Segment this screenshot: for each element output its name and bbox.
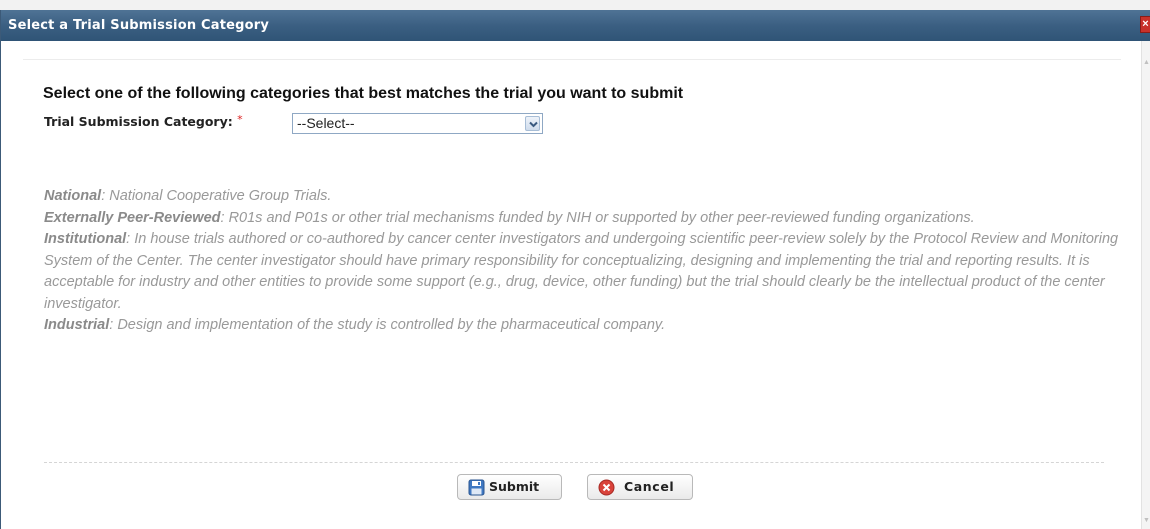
form-heading: Select one of the following categories t… <box>43 85 684 102</box>
submit-button-label: Submit <box>489 479 540 494</box>
required-marker: * <box>237 113 243 126</box>
description-term: Externally Peer-Reviewed <box>44 209 221 226</box>
close-button[interactable]: × <box>1140 16 1150 33</box>
panel-bottom-divider <box>44 462 1104 463</box>
description-term: Institutional <box>44 231 127 247</box>
description-term: Industrial <box>44 317 110 333</box>
category-label-text: Trial Submission Category: <box>44 114 233 129</box>
background-page-strip <box>0 0 1150 10</box>
description-text: : Design and implementation of the study… <box>109 317 666 333</box>
description-industrial: Industrial: Design and implementation of… <box>44 315 1119 337</box>
category-select[interactable]: --Select-- <box>292 113 543 134</box>
cancel-button-label: Cancel <box>624 479 675 494</box>
category-descriptions: National: National Cooperative Group Tri… <box>44 186 1119 337</box>
description-institutional: Institutional: In house trials authored … <box>44 229 1119 315</box>
cancel-button[interactable]: Cancel <box>587 474 693 500</box>
panel-top-divider <box>23 59 1121 60</box>
description-text: : In house trials authored or co-authore… <box>44 231 1119 312</box>
cancel-icon <box>598 479 615 496</box>
scroll-down-arrow-icon[interactable]: ▼ <box>1143 517 1150 525</box>
vertical-scrollbar[interactable]: ▲ ▼ <box>1141 41 1150 529</box>
dialog-titlebar[interactable]: Select a Trial Submission Category <box>1 10 1150 41</box>
description-national: National: National Cooperative Group Tri… <box>44 186 1119 208</box>
description-text: : R01s and P01s or other trial mechanism… <box>220 209 975 226</box>
scroll-up-arrow-icon[interactable]: ▲ <box>1143 59 1150 67</box>
dialog-title: Select a Trial Submission Category <box>8 18 270 33</box>
description-externally-peer-reviewed: Externally Peer-Reviewed: R01s and P01s … <box>44 208 1119 230</box>
dropdown-button[interactable] <box>525 116 540 131</box>
description-term: National <box>44 188 102 204</box>
category-field-label: Trial Submission Category: * <box>44 113 243 129</box>
save-icon <box>468 479 485 496</box>
category-select-value: --Select-- <box>297 115 355 131</box>
close-icon: × <box>1142 18 1149 30</box>
description-text: : National Cooperative Group Trials. <box>101 188 332 204</box>
chevron-down-icon <box>529 121 538 128</box>
submit-button[interactable]: Submit <box>457 474 562 500</box>
trial-category-dialog: Select a Trial Submission Category × ▲ ▼… <box>0 10 1150 529</box>
